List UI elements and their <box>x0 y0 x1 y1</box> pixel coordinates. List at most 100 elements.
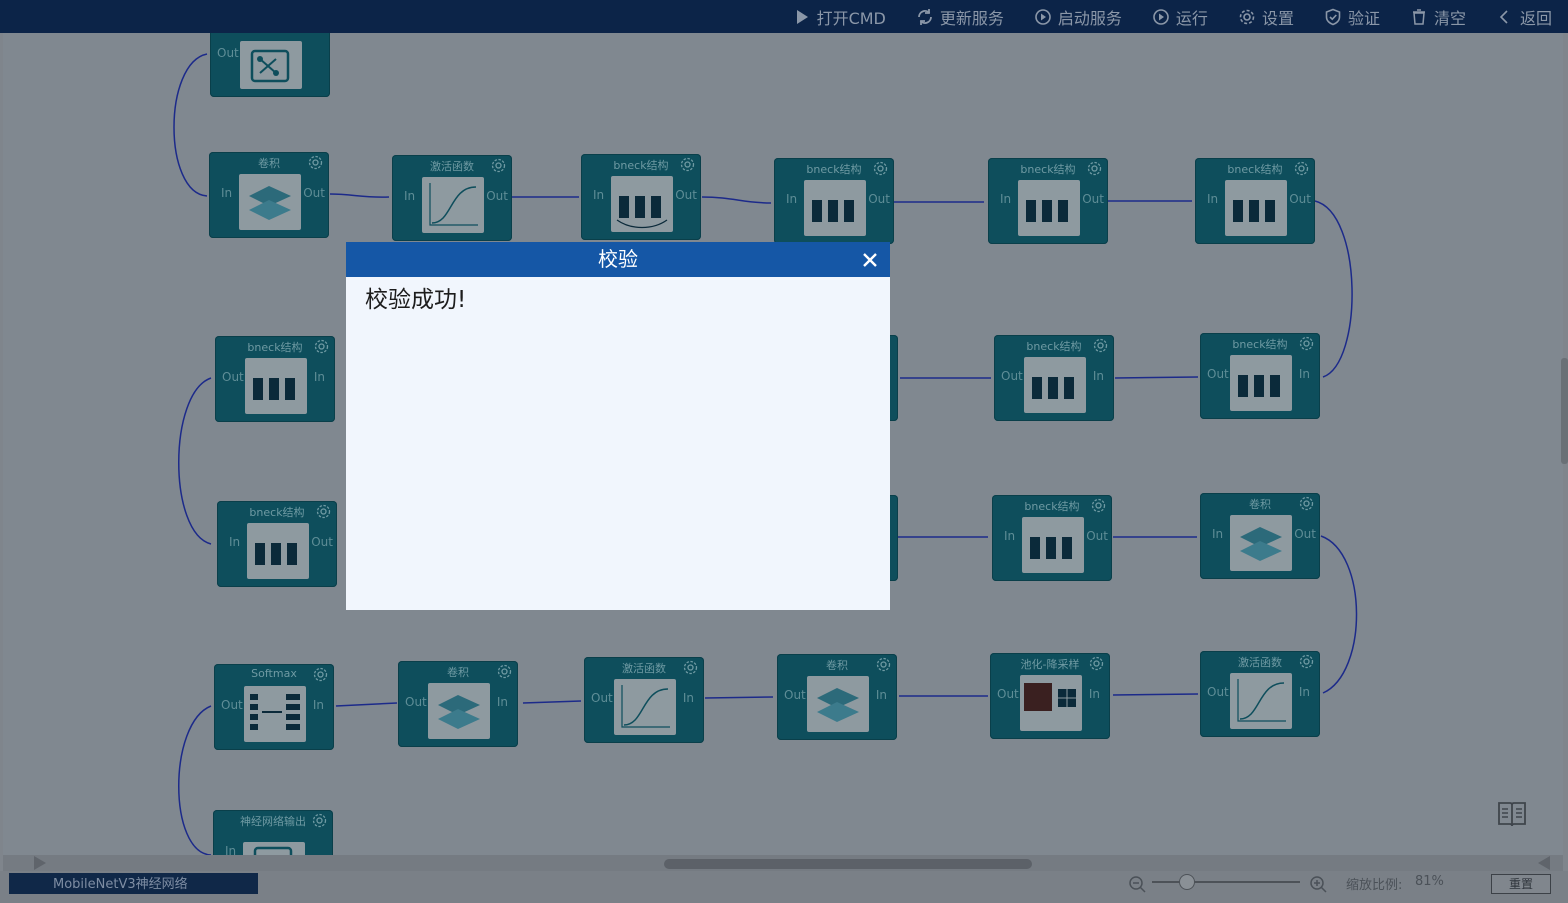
bneck-node[interactable]: bneck结构 In Out <box>992 495 1112 581</box>
node-out-port[interactable]: Out <box>217 46 239 60</box>
node-in-port[interactable]: In <box>1093 369 1104 383</box>
node-in-port[interactable]: In <box>1212 527 1223 541</box>
clear-button[interactable]: 清空 <box>1410 5 1466 29</box>
node-out-port[interactable]: Out <box>405 695 427 709</box>
conv-node[interactable]: 卷积 Out In <box>398 661 518 747</box>
reset-button[interactable]: 重置 <box>1491 874 1551 894</box>
node-out-port[interactable]: Out <box>1086 529 1108 543</box>
bneck-node[interactable]: bneck结构 In Out <box>1195 158 1315 244</box>
node-out-port[interactable]: Out <box>1001 369 1023 383</box>
node-out-port[interactable]: Out <box>784 688 806 702</box>
scroll-left-icon[interactable] <box>34 856 46 870</box>
bneck-node[interactable]: bneck结构 In Out <box>581 154 701 240</box>
scroll-right-icon[interactable] <box>1538 856 1550 870</box>
bneck-node[interactable]: bneck结构 Out In <box>994 335 1114 421</box>
node-in-port[interactable]: In <box>229 535 240 549</box>
activation-node[interactable]: 激活函数 Out In <box>584 657 704 743</box>
settings-button[interactable]: 设置 <box>1238 5 1294 29</box>
gear-icon[interactable] <box>1087 161 1102 176</box>
close-icon[interactable] <box>860 250 880 270</box>
gear-icon[interactable] <box>1091 498 1106 513</box>
run-label: 运行 <box>1175 8 1208 28</box>
node-out-port[interactable]: Out <box>1289 192 1311 206</box>
gear-icon[interactable] <box>1294 161 1309 176</box>
gear-icon[interactable] <box>876 657 891 672</box>
node-out-port[interactable]: Out <box>303 186 325 200</box>
gear-icon[interactable] <box>314 339 329 354</box>
gear-icon[interactable] <box>1299 496 1314 511</box>
gear-icon[interactable] <box>497 664 512 679</box>
zoom-in-icon[interactable] <box>1309 875 1327 893</box>
node-out-port[interactable]: Out <box>221 698 243 712</box>
conv-node[interactable]: 卷积 In Out <box>1200 493 1320 579</box>
zoom-slider[interactable] <box>1152 881 1300 883</box>
run-button[interactable]: 运行 <box>1152 5 1208 29</box>
node-in-port[interactable]: In <box>1299 367 1310 381</box>
input-node[interactable]: Out <box>210 33 330 97</box>
node-in-port[interactable]: In <box>313 698 324 712</box>
node-out-port[interactable]: Out <box>311 535 333 549</box>
vertical-scroll-thumb[interactable] <box>1561 358 1568 464</box>
gear-icon[interactable] <box>316 504 331 519</box>
node-in-port[interactable]: In <box>225 844 236 855</box>
node-thumbnail <box>240 41 302 89</box>
node-out-port[interactable]: Out <box>591 691 613 705</box>
gear-icon[interactable] <box>308 155 323 170</box>
zoom-slider-handle[interactable] <box>1179 874 1195 890</box>
gear-icon[interactable] <box>1299 654 1314 669</box>
bneck-node[interactable]: bneck结构 Out In <box>1200 333 1320 419</box>
conv-node[interactable]: 卷积 In Out <box>209 152 329 238</box>
bneck-node[interactable]: bneck结构 In Out <box>217 501 337 587</box>
node-in-port[interactable]: In <box>876 688 887 702</box>
node-out-port[interactable]: Out <box>1294 527 1316 541</box>
activation-node[interactable]: 激活函数 In Out <box>392 155 512 241</box>
node-in-port[interactable]: In <box>1207 192 1218 206</box>
node-in-port[interactable]: In <box>1004 529 1015 543</box>
node-in-port[interactable]: In <box>786 192 797 206</box>
node-in-port[interactable]: In <box>1000 192 1011 206</box>
gear-icon[interactable] <box>873 161 888 176</box>
node-in-port[interactable]: In <box>221 186 232 200</box>
gear-icon[interactable] <box>683 660 698 675</box>
gear-icon[interactable] <box>1093 338 1108 353</box>
activation-node[interactable]: 激活函数 Out In <box>1200 651 1320 737</box>
horizontal-scroll-thumb[interactable] <box>664 859 1032 869</box>
gear-icon[interactable] <box>1299 336 1314 351</box>
gear-icon[interactable] <box>491 158 506 173</box>
zoom-out-icon[interactable] <box>1128 875 1146 893</box>
softmax-node[interactable]: Softmax Out In <box>214 664 334 750</box>
node-out-port[interactable]: Out <box>1207 367 1229 381</box>
node-in-port[interactable]: In <box>314 370 325 384</box>
gear-icon[interactable] <box>312 813 327 828</box>
node-in-port[interactable]: In <box>683 691 694 705</box>
node-out-port[interactable]: Out <box>868 192 890 206</box>
node-in-port[interactable]: In <box>1089 687 1100 701</box>
gear-icon[interactable] <box>313 667 328 682</box>
back-button[interactable]: 返回 <box>1496 5 1552 29</box>
node-out-port[interactable]: Out <box>486 189 508 203</box>
play-circle-icon <box>1034 8 1052 26</box>
document-tab[interactable]: MobileNetV3神经网络 <box>9 873 258 894</box>
node-in-port[interactable]: In <box>1299 685 1310 699</box>
node-out-port[interactable]: Out <box>1082 192 1104 206</box>
start-service-button[interactable]: 启动服务 <box>1034 5 1122 29</box>
node-in-port[interactable]: In <box>497 695 508 709</box>
bneck-node[interactable]: bneck结构 In Out <box>774 158 894 244</box>
book-icon[interactable] <box>1497 800 1527 828</box>
verify-button[interactable]: 验证 <box>1324 5 1380 29</box>
conv-node[interactable]: 卷积 Out In <box>777 654 897 740</box>
open-cmd-button[interactable]: 打开CMD <box>793 5 886 29</box>
gear-icon[interactable] <box>680 157 695 172</box>
update-service-button[interactable]: 更新服务 <box>916 5 1004 29</box>
node-out-port[interactable]: Out <box>997 687 1019 701</box>
node-in-port[interactable]: In <box>404 189 415 203</box>
bneck-node[interactable]: bneck结构 In Out <box>988 158 1108 244</box>
node-out-port[interactable]: Out <box>675 188 697 202</box>
pooling-node[interactable]: 池化-降采样 Out In <box>990 653 1110 739</box>
node-in-port[interactable]: In <box>593 188 604 202</box>
bneck-node[interactable]: bneck结构 Out In <box>215 336 335 422</box>
node-out-port[interactable]: Out <box>222 370 244 384</box>
node-out-port[interactable]: Out <box>1207 685 1229 699</box>
gear-icon[interactable] <box>1089 656 1104 671</box>
output-node[interactable]: 神经网络输出 In <box>213 810 333 855</box>
